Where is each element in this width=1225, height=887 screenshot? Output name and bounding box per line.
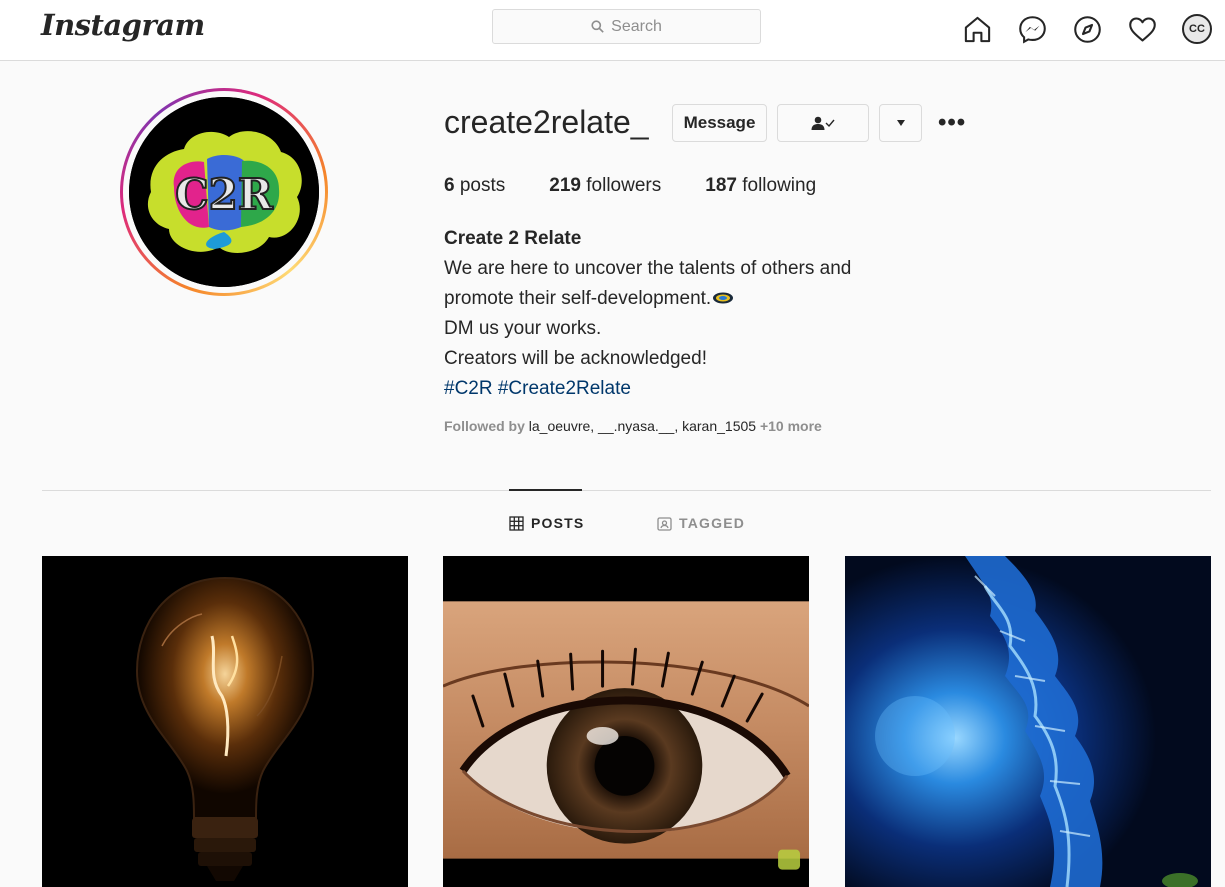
followers-link[interactable]: 219 followers — [549, 175, 661, 197]
tab-tagged-label: TAGGED — [679, 515, 746, 531]
active-tab-indicator — [509, 489, 582, 491]
activity-heart-icon[interactable] — [1125, 12, 1159, 46]
followed-by[interactable]: Followed by la_oeuvre, __.nyasa.__, kara… — [444, 418, 822, 434]
profile-stats: 6 posts 219 followers 187 following — [444, 175, 860, 197]
c2r-logo: C2R — [129, 97, 319, 287]
bio-hashtags: #C2R #Create2Relate — [444, 374, 851, 404]
home-icon[interactable] — [960, 12, 994, 46]
search-input[interactable]: Search — [492, 9, 761, 44]
post-thumbnail[interactable] — [443, 556, 809, 887]
grid-icon — [509, 515, 524, 531]
tagged-icon — [657, 516, 672, 531]
blue-ice-image — [845, 556, 1211, 887]
light-bulb-image — [42, 556, 408, 887]
bio-line: promote their self-development. — [444, 284, 851, 314]
caret-down-icon — [896, 120, 905, 126]
profile-username: create2relate_ — [444, 104, 649, 140]
tab-posts-label: POSTS — [531, 515, 585, 531]
tab-posts[interactable]: POSTS — [509, 515, 584, 531]
post-thumbnail[interactable] — [845, 556, 1211, 887]
following-link[interactable]: 187 following — [705, 175, 816, 197]
bio-line: Creators will be acknowledged! — [444, 348, 707, 369]
profile-avatar: C2R — [129, 97, 319, 287]
user-check-icon — [811, 116, 835, 130]
avatar-logo-text: C2R — [175, 170, 274, 219]
post-thumbnail[interactable] — [42, 556, 408, 887]
profile-avatar-ring[interactable]: C2R — [120, 88, 328, 296]
eye-image — [443, 556, 809, 887]
top-navbar: Instagram Search CC — [0, 0, 1225, 61]
profile-bio: Create 2 Relate We are here to uncover t… — [444, 224, 851, 404]
followed-by-names: la_oeuvre, __.nyasa.__, karan_1505 — [528, 418, 757, 434]
message-button[interactable]: Message — [672, 104, 767, 142]
profile-avatar-button[interactable]: CC — [1180, 12, 1214, 46]
suggested-dropdown-button[interactable] — [879, 104, 922, 142]
profile-avatar-border: C2R — [123, 91, 325, 293]
explore-icon[interactable] — [1070, 12, 1104, 46]
rocket-emoji-icon — [713, 292, 734, 304]
messenger-icon[interactable] — [1015, 12, 1049, 46]
profile-full-name: Create 2 Relate — [444, 228, 582, 249]
search-placeholder: Search — [611, 17, 662, 35]
nav-icons: CC — [960, 12, 1225, 46]
following-status-button[interactable] — [777, 104, 869, 142]
instagram-logo[interactable]: Instagram — [41, 8, 205, 42]
hashtag-link[interactable]: #Create2Relate — [498, 378, 631, 399]
tabs-divider — [42, 490, 1211, 491]
tab-tagged[interactable]: TAGGED — [657, 515, 745, 531]
avatar: CC — [1182, 14, 1212, 44]
more-options-icon[interactable]: ••• — [938, 109, 968, 136]
hashtag-link[interactable]: #C2R — [444, 378, 493, 399]
bio-line: We are here to uncover the talents of ot… — [444, 258, 852, 279]
search-icon — [591, 20, 604, 33]
posts-count: 6 posts — [444, 175, 506, 196]
bio-line: DM us your works. — [444, 318, 602, 339]
followed-by-more: +10 more — [759, 418, 822, 434]
